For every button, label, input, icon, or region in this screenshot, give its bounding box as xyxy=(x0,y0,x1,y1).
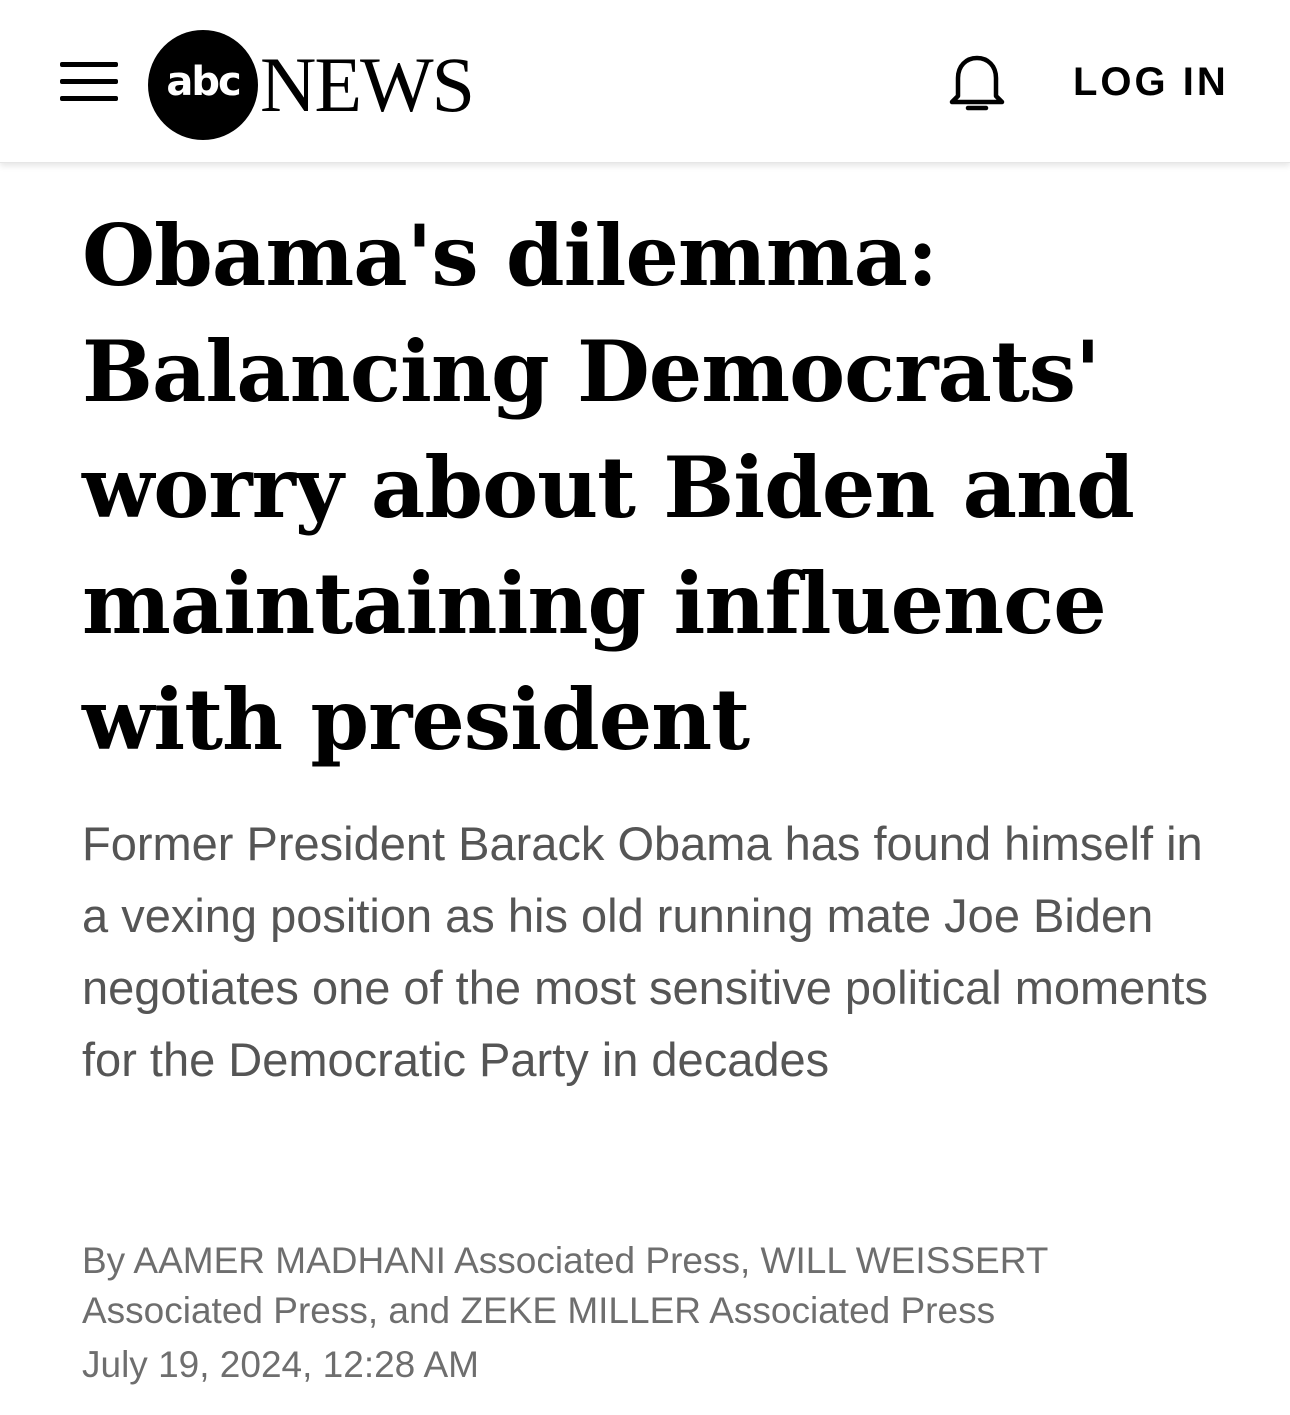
hamburger-menu-icon[interactable] xyxy=(58,58,122,108)
login-button[interactable]: LOG IN xyxy=(1073,58,1229,106)
abc-logo-mark: abc xyxy=(166,59,241,105)
article-headline: Obama's dilemma: Balancing Democrats' wo… xyxy=(82,206,1135,769)
bell-icon[interactable] xyxy=(944,52,1010,114)
article-timestamp: July 19, 2024, 12:28 AM xyxy=(82,1344,479,1385)
article-byline: By AAMER MADHANI Associated Press, WILL … xyxy=(82,1240,1048,1331)
news-wordmark: NEWS xyxy=(260,41,475,128)
top-nav-bar: abc NEWS LOG IN xyxy=(0,0,1290,163)
abc-news-logo[interactable]: abc NEWS xyxy=(148,30,488,142)
article-summary: Former President Barack Obama has found … xyxy=(82,817,1208,1086)
